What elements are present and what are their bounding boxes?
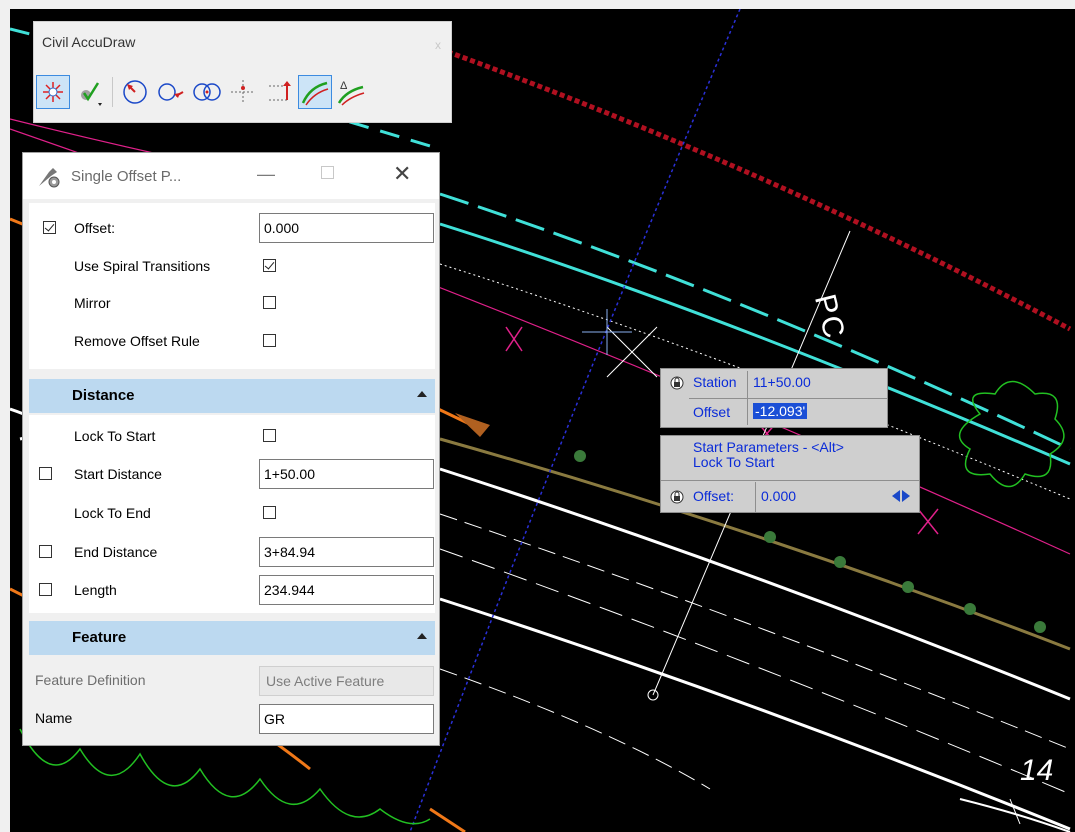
offset-curve-icon: [301, 81, 329, 106]
left-right-arrows-icon[interactable]: [891, 488, 911, 504]
civil-accudraw-toolbar: Civil AccuDraw x Δ: [33, 21, 452, 123]
distance-section: Lock To Start Start Distance 1+50.00 Loc…: [29, 415, 435, 613]
direction-arrow: [455, 413, 490, 437]
accudraw-check-icon: [81, 82, 102, 106]
delta-curve-button[interactable]: Δ: [334, 75, 368, 109]
start-distance-label: Start Distance: [74, 466, 162, 482]
distance-header-label: Distance: [72, 387, 135, 404]
accudraw-compass: [582, 309, 632, 355]
remove-offset-rule-label: Remove Offset Rule: [74, 333, 200, 349]
lock-to-start-label: Lock To Start: [74, 428, 156, 444]
lock-icon[interactable]: [669, 488, 685, 504]
dashed-lane-line: [439, 548, 1071, 795]
accudraw-origin-icon: [43, 82, 63, 102]
lock-to-start-hint: Lock To Start: [693, 454, 775, 470]
dashed-lane-line: [439, 668, 711, 790]
chevron-up-icon: [417, 633, 427, 639]
offset-label: Offset:: [693, 488, 734, 504]
rotate-circle-icon: [123, 80, 147, 104]
use-spiral-transitions-label: Use Spiral Transitions: [74, 258, 211, 274]
use-spiral-transitions-checkbox[interactable]: [263, 259, 276, 272]
end-distance-label: End Distance: [74, 544, 158, 560]
toolbar-close-button[interactable]: x: [428, 38, 448, 56]
cell-divider: [755, 482, 756, 512]
white-line: [959, 798, 1071, 832]
length-label: Length: [74, 582, 117, 598]
orange-line: [429, 807, 466, 832]
two-circles-icon: [193, 83, 221, 101]
toolbar-tools: Δ: [36, 72, 370, 112]
feature-section: Feature Definition Use Active Feature Na…: [29, 657, 435, 741]
two-circles-button[interactable]: [190, 75, 224, 109]
mirror-checkbox[interactable]: [263, 296, 276, 309]
offset-curve-button[interactable]: [298, 75, 332, 109]
start-distance-input[interactable]: 1+50.00: [259, 459, 434, 489]
offset-checkbox[interactable]: [43, 221, 56, 234]
maximize-button[interactable]: [321, 166, 334, 179]
station-label: Station: [693, 374, 737, 390]
circle-arrow-button[interactable]: [154, 75, 188, 109]
station-offset-readout: Station 11+50.00 Offset -12.093': [660, 368, 888, 428]
remove-offset-rule-checkbox[interactable]: [263, 334, 276, 347]
lock-to-start-checkbox[interactable]: [263, 429, 276, 442]
lock-to-end-checkbox[interactable]: [263, 506, 276, 519]
svg-text:Δ: Δ: [340, 80, 348, 92]
shrub-outline: [958, 380, 1065, 488]
chevron-up-icon: [417, 391, 427, 397]
cursor-crosshair: [606, 326, 658, 378]
single-offset-partial-dialog: Single Offset P... — ✕ Offset: 0.000 Use…: [22, 152, 440, 746]
station-number-label: 14: [1020, 754, 1054, 787]
offset-value[interactable]: -12.093': [753, 403, 808, 419]
mirror-label: Mirror: [74, 295, 111, 311]
bracket-arrow-button[interactable]: [262, 75, 296, 109]
close-button[interactable]: ✕: [393, 161, 411, 187]
offset-input[interactable]: 0.000: [259, 213, 434, 243]
name-label: Name: [35, 710, 73, 726]
start-distance-checkbox[interactable]: [39, 467, 52, 480]
row-boundary-line: [439, 46, 1072, 332]
toolbar-separator: [112, 77, 114, 107]
dialog-title: Single Offset P...: [71, 168, 182, 185]
lock-icon[interactable]: [669, 374, 685, 390]
feature-section-header[interactable]: Feature: [29, 621, 435, 655]
start-parameters-readout: Start Parameters - <Alt> Lock To Start O…: [660, 435, 920, 513]
crosshair-icon: [231, 80, 255, 104]
feature-definition-label: Feature Definition: [35, 672, 146, 688]
name-input[interactable]: GR: [259, 704, 434, 734]
offset-label: Offset:: [74, 220, 115, 236]
lock-to-end-label: Lock To End: [74, 505, 151, 521]
offset-label: Offset: [693, 404, 731, 420]
feature-definition-button: Use Active Feature: [259, 666, 434, 696]
dialog-titlebar[interactable]: Single Offset P... — ✕: [23, 153, 439, 199]
start-parameters-hint: Start Parameters - <Alt>: [693, 439, 844, 455]
end-distance-input[interactable]: 3+84.94: [259, 537, 434, 567]
length-checkbox[interactable]: [39, 583, 52, 596]
feature-header-label: Feature: [72, 629, 127, 646]
bracket-arrow-icon: [269, 81, 291, 101]
lane-line-cyan: [439, 222, 1071, 466]
end-distance-checkbox[interactable]: [39, 545, 52, 558]
accudraw-origin-button[interactable]: [36, 75, 70, 109]
length-input[interactable]: 234.944: [259, 575, 434, 605]
minimize-button[interactable]: —: [257, 164, 275, 185]
row-divider: [661, 480, 919, 481]
parameters-section: Offset: 0.000 Use Spiral Transitions Mir…: [29, 203, 435, 369]
edge-line: [439, 597, 1071, 831]
offset-value[interactable]: 0.000: [761, 488, 796, 504]
toolbar-title: Civil AccuDraw: [42, 34, 136, 50]
crosshair-button[interactable]: [226, 75, 260, 109]
station-value[interactable]: 11+50.00: [753, 374, 811, 390]
tick-line: [1009, 798, 1021, 825]
distance-section-header[interactable]: Distance: [29, 379, 435, 413]
circle-arrow-icon: [158, 83, 184, 101]
tool-settings-icon: [37, 166, 61, 191]
row-divider: [689, 398, 887, 399]
accudraw-check-button[interactable]: [72, 75, 106, 109]
rotate-circle-button[interactable]: [118, 75, 152, 109]
delta-curve-icon: Δ: [337, 80, 365, 106]
